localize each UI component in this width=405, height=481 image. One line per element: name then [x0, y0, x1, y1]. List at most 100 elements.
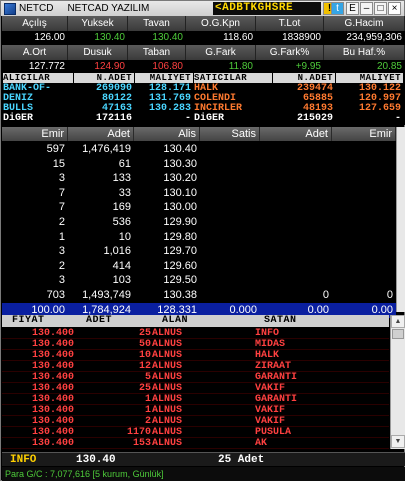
- depth-cell-alis: 130.38: [163, 289, 197, 301]
- depth-scrollbar[interactable]: [396, 127, 405, 312]
- depth-row[interactable]: 3 1,016 129.70: [2, 244, 396, 259]
- depth-header-satis[interactable]: Satis: [200, 127, 260, 141]
- last-trade-broker: INFO: [10, 454, 37, 466]
- depth-cell-emir: 7: [58, 186, 65, 199]
- trades-header-buyer[interactable]: ALAN: [162, 315, 188, 327]
- trade-cell-seller: INFO: [255, 328, 280, 339]
- depth-row[interactable]: 2 536 129.90: [2, 215, 396, 230]
- depth-header-sell-emir[interactable]: Emir: [332, 127, 396, 141]
- trade-cell-qty: 50: [138, 339, 151, 350]
- ticker-marquee[interactable]: <ADBTKGHSRE: [213, 2, 321, 15]
- trade-cell-seller: VAKIF: [255, 405, 286, 416]
- broker-sell-cost: -: [394, 113, 401, 124]
- trade-cell-price: 130.400: [31, 427, 74, 438]
- broker-sell-qty: 215029: [296, 113, 333, 124]
- depth-cell-alis: 130.40: [163, 143, 197, 155]
- broker-header-sell-cost: MALIYET: [336, 73, 403, 83]
- depth-cell-alis: 129.60: [163, 259, 197, 272]
- window-title: NETCAD YAZILIM: [67, 3, 150, 14]
- trade-cell-qty: 2: [144, 416, 151, 427]
- depth-cell-adet: 103: [112, 274, 131, 287]
- depth-cell-emir: 3: [58, 172, 65, 185]
- trade-cell-buyer: ALNUS: [152, 372, 183, 383]
- stat-label: Yuksek: [68, 16, 128, 31]
- status-bar: Para G/C : 7,077,616 [5 kurum, Günlük]: [2, 467, 405, 481]
- trade-cell-qty: 10: [138, 350, 151, 361]
- minimize-icon[interactable]: –: [360, 2, 373, 15]
- broker-header-sellers: SATICILAR: [194, 73, 272, 83]
- close-icon[interactable]: ×: [388, 2, 401, 15]
- last-trade-bar: INFO 130.40 25 Adet: [2, 452, 405, 466]
- trade-cell-qty: 25: [138, 383, 151, 394]
- depth-row[interactable]: 3 103 129.50: [2, 273, 396, 288]
- trade-cell-seller: VAKIF: [255, 383, 286, 394]
- broker-header-buy-cost: MALIYET: [135, 73, 193, 83]
- trade-row[interactable]: 130.400 2 ALNUS VAKIF: [2, 416, 389, 427]
- trade-cell-seller: HALK: [255, 350, 280, 361]
- depth-cell-adet: 414: [112, 259, 131, 272]
- depth-cell-alis: 129.50: [163, 274, 197, 287]
- depth-cell-alis: 129.80: [163, 230, 197, 243]
- maximize-icon[interactable]: □: [374, 2, 387, 15]
- trade-cell-qty: 1170: [126, 427, 151, 438]
- depth-cell-alis: 129.90: [163, 216, 197, 228]
- depth-cell-alis: 129.70: [163, 245, 197, 258]
- depth-row[interactable]: 7 169 130.00: [2, 200, 396, 215]
- trade-row[interactable]: 130.400 50 ALNUS MIDAS: [2, 339, 389, 350]
- scroll-thumb[interactable]: [392, 329, 404, 339]
- trade-cell-qty: 1: [144, 394, 151, 405]
- trade-row[interactable]: 130.400 5 ALNUS GARANTI: [2, 372, 389, 383]
- trades-header-price[interactable]: FIYAT: [12, 315, 45, 327]
- depth-header-sell-adet[interactable]: Adet: [260, 127, 332, 141]
- trade-row[interactable]: 130.400 1170 ALNUS PUSULA: [2, 427, 389, 438]
- trade-row[interactable]: 130.400 10 ALNUS HALK: [2, 350, 389, 361]
- trade-cell-seller: GARANTI: [255, 394, 298, 405]
- trades-table: FIYAT ADET ALAN SATAN 130.400 25 ALNUS INFO…: [2, 315, 389, 449]
- stat-value: 124.90: [68, 60, 128, 74]
- trade-row[interactable]: 130.400 12 ALNUS ZIRAAT: [2, 361, 389, 372]
- trade-cell-buyer: ALNUS: [152, 416, 183, 427]
- depth-header-adet[interactable]: Adet: [68, 127, 134, 141]
- depth-cell-adet: 33: [118, 186, 131, 199]
- depth-cell-adet: 1,016: [103, 245, 131, 258]
- trade-cell-qty: 153: [132, 438, 151, 449]
- broker-header-sell-qty: N.ADET: [273, 73, 335, 83]
- trades-header-seller[interactable]: SATAN: [264, 315, 297, 327]
- trades-scrollbar[interactable]: ▲ ▼: [390, 315, 405, 449]
- trade-row[interactable]: 130.400 25 ALNUS VAKIF: [2, 383, 389, 394]
- broker-buy-cost: -: [184, 113, 191, 124]
- trade-cell-qty: 5: [144, 372, 151, 383]
- trade-cell-price: 130.400: [31, 372, 74, 383]
- window-title-short: NETCD: [19, 3, 54, 14]
- twitter-icon[interactable]: t: [331, 2, 344, 15]
- trade-row[interactable]: 130.400 1 ALNUS VAKIF: [2, 405, 389, 416]
- depth-cell-alis: 130.20: [163, 172, 197, 185]
- depth-row[interactable]: 1 10 129.80: [2, 230, 396, 245]
- stat-label: Taban: [128, 45, 186, 60]
- trades-header-qty[interactable]: ADET: [86, 315, 112, 327]
- depth-header: Emir Adet Alis Satis Adet Emir: [2, 127, 396, 141]
- trade-cell-buyer: ALNUS: [152, 405, 183, 416]
- scroll-up-icon[interactable]: ▲: [391, 315, 405, 328]
- depth-header-alis[interactable]: Alis: [134, 127, 200, 141]
- export-icon[interactable]: E: [346, 2, 359, 15]
- trade-cell-qty: 12: [138, 361, 151, 372]
- scroll-down-icon[interactable]: ▼: [391, 435, 405, 448]
- trade-row[interactable]: 130.400 25 ALNUS INFO: [2, 328, 389, 339]
- depth-row[interactable]: 7 33 130.10: [2, 186, 396, 201]
- stat-label: Dusuk: [68, 45, 128, 60]
- depth-row[interactable]: 597 1,476,419 130.40: [2, 142, 396, 157]
- trade-row[interactable]: 130.400 153 ALNUS AK: [2, 438, 389, 449]
- depth-row[interactable]: 703 1,493,749 130.38 0 0: [2, 288, 396, 303]
- depth-row[interactable]: 3 133 130.20: [2, 171, 396, 186]
- stat-value: 130.40: [68, 31, 128, 45]
- depth-cell-emir: 2: [58, 259, 65, 272]
- trade-cell-buyer: ALNUS: [152, 438, 183, 449]
- depth-row[interactable]: 2 414 129.60: [2, 259, 396, 274]
- trade-row[interactable]: 130.400 1 ALNUS GARANTI: [2, 394, 389, 405]
- depth-header-emir[interactable]: Emir: [2, 127, 68, 141]
- depth-cell-alis: 130.30: [163, 157, 197, 170]
- depth-row[interactable]: 15 61 130.30: [2, 157, 396, 172]
- depth-cell-alis: 130.10: [163, 186, 197, 199]
- stat-label: Açılış: [2, 16, 68, 31]
